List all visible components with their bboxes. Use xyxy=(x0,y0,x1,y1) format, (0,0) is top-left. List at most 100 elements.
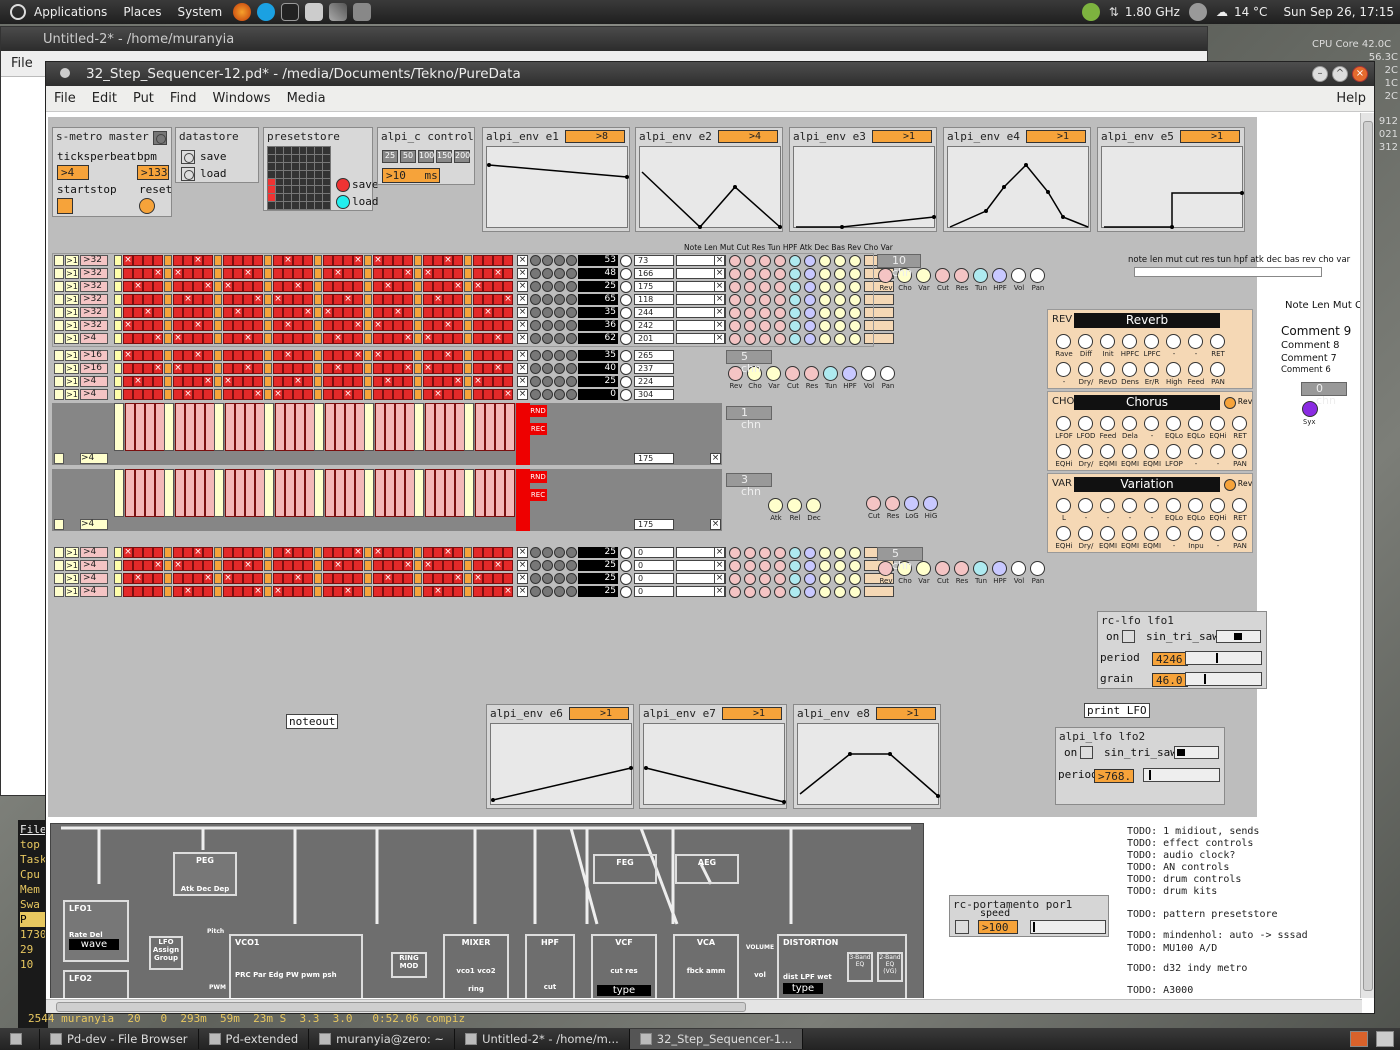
step-cell[interactable] xyxy=(503,547,513,558)
step-block-marker[interactable] xyxy=(114,320,122,331)
fx-panel-knob[interactable] xyxy=(1078,334,1093,349)
row-param-knob[interactable] xyxy=(819,268,831,280)
fx-panel-knob[interactable] xyxy=(1078,362,1093,377)
step-cell[interactable] xyxy=(373,281,383,292)
step-cell[interactable] xyxy=(473,268,483,279)
fx-panel-knob[interactable] xyxy=(1100,334,1115,349)
step-block-marker[interactable] xyxy=(364,320,372,331)
row-param-knob[interactable] xyxy=(744,255,756,267)
step-cell[interactable] xyxy=(303,389,313,400)
preset-cell[interactable] xyxy=(299,202,307,209)
step-selector[interactable] xyxy=(542,560,553,571)
step-cell[interactable] xyxy=(353,586,363,597)
step-cell[interactable] xyxy=(273,573,283,584)
step-selector[interactable] xyxy=(542,268,553,279)
drum-step-bar[interactable] xyxy=(385,469,395,517)
step-cell[interactable] xyxy=(183,281,193,292)
row-param-knob[interactable] xyxy=(759,547,771,559)
preset-cell[interactable] xyxy=(315,162,323,170)
step-block-marker[interactable] xyxy=(264,363,272,374)
menu-put[interactable]: Put xyxy=(125,91,162,106)
row-param-knob[interactable] xyxy=(789,333,801,345)
row-toggle[interactable] xyxy=(54,547,64,558)
step-cell[interactable]: × xyxy=(423,268,433,279)
row-note-numbox[interactable]: 35 xyxy=(578,307,618,318)
step-cell[interactable] xyxy=(493,586,503,597)
step-cell[interactable] xyxy=(123,586,133,597)
preset-cell[interactable] xyxy=(275,147,283,154)
step-cell[interactable]: × xyxy=(503,294,513,305)
step-block-marker[interactable] xyxy=(414,573,422,584)
row-param-knob[interactable] xyxy=(804,560,816,572)
fx-panel-knob[interactable] xyxy=(1188,416,1203,431)
step-block-marker[interactable] xyxy=(164,586,172,597)
drum-close-x[interactable]: × xyxy=(710,453,721,464)
chn-label-1[interactable]: 1 chn xyxy=(726,406,772,431)
step-cell[interactable] xyxy=(323,586,333,597)
step-cell[interactable] xyxy=(143,350,153,361)
step-block-marker[interactable] xyxy=(314,376,322,387)
step-cell[interactable] xyxy=(233,320,243,331)
step-cell[interactable] xyxy=(393,547,403,558)
step-cell[interactable] xyxy=(273,281,283,292)
row-time-numbox[interactable]: 73 xyxy=(634,255,674,266)
step-block-marker[interactable] xyxy=(264,268,272,279)
step-cell[interactable] xyxy=(493,389,503,400)
menu-find[interactable]: Find xyxy=(162,91,205,106)
step-cell[interactable] xyxy=(493,307,503,318)
step-cell[interactable] xyxy=(183,268,193,279)
step-cell[interactable] xyxy=(473,363,483,374)
step-block-marker[interactable] xyxy=(264,586,272,597)
preset-cell[interactable] xyxy=(323,178,330,186)
step-cell[interactable] xyxy=(353,389,363,400)
step-cell[interactable] xyxy=(423,586,433,597)
step-block-marker[interactable] xyxy=(414,586,422,597)
row-param-knob[interactable] xyxy=(774,573,786,585)
drum-step-bar[interactable] xyxy=(185,403,195,451)
step-cell[interactable] xyxy=(123,376,133,387)
step-cell[interactable] xyxy=(503,307,513,318)
step-selector[interactable] xyxy=(554,376,565,387)
drum-step-bar[interactable] xyxy=(245,403,255,451)
drum-step-bar[interactable] xyxy=(495,403,505,451)
fx-knob[interactable] xyxy=(1011,561,1026,576)
step-cell[interactable] xyxy=(173,350,183,361)
step-cell[interactable] xyxy=(373,294,383,305)
step-cell[interactable] xyxy=(383,560,393,571)
step-selector[interactable] xyxy=(554,307,565,318)
preset-cell[interactable] xyxy=(268,202,275,209)
step-cell[interactable] xyxy=(153,255,163,266)
row-param-knob[interactable] xyxy=(789,281,801,293)
step-cell[interactable] xyxy=(293,350,303,361)
preset-cell[interactable] xyxy=(307,170,315,178)
preset-cell[interactable] xyxy=(283,154,291,162)
step-cell[interactable] xyxy=(123,268,133,279)
step-cell[interactable]: × xyxy=(173,363,183,374)
step-cell[interactable] xyxy=(443,333,453,344)
row-param-knob[interactable] xyxy=(729,255,741,267)
step-cell[interactable] xyxy=(483,294,493,305)
step-block-marker[interactable] xyxy=(464,389,472,400)
row-note-numbox[interactable]: 25 xyxy=(578,376,618,387)
row-toggle[interactable] xyxy=(54,573,64,584)
fx-panel-knob[interactable] xyxy=(1210,416,1225,431)
horizontal-scrollbar-thumb[interactable] xyxy=(56,1002,746,1012)
step-block-marker[interactable] xyxy=(114,573,122,584)
row-param-knob[interactable] xyxy=(804,320,816,332)
step-block-marker[interactable] xyxy=(364,350,372,361)
step-block-marker[interactable] xyxy=(314,333,322,344)
datastore-load-bang[interactable] xyxy=(181,167,195,181)
drum-step-bar[interactable] xyxy=(225,403,235,451)
row-param-knob[interactable] xyxy=(729,573,741,585)
preset-cell[interactable] xyxy=(323,147,330,154)
step-cell[interactable] xyxy=(383,294,393,305)
step-cell[interactable] xyxy=(273,547,283,558)
step-cell[interactable] xyxy=(483,255,493,266)
step-cell[interactable] xyxy=(303,294,313,305)
step-cell[interactable] xyxy=(303,573,313,584)
step-cell[interactable] xyxy=(403,586,413,597)
step-cell[interactable] xyxy=(433,560,443,571)
step-cell[interactable] xyxy=(253,307,263,318)
terminal-file-menu[interactable]: File xyxy=(20,822,47,837)
step-cell[interactable] xyxy=(133,363,143,374)
